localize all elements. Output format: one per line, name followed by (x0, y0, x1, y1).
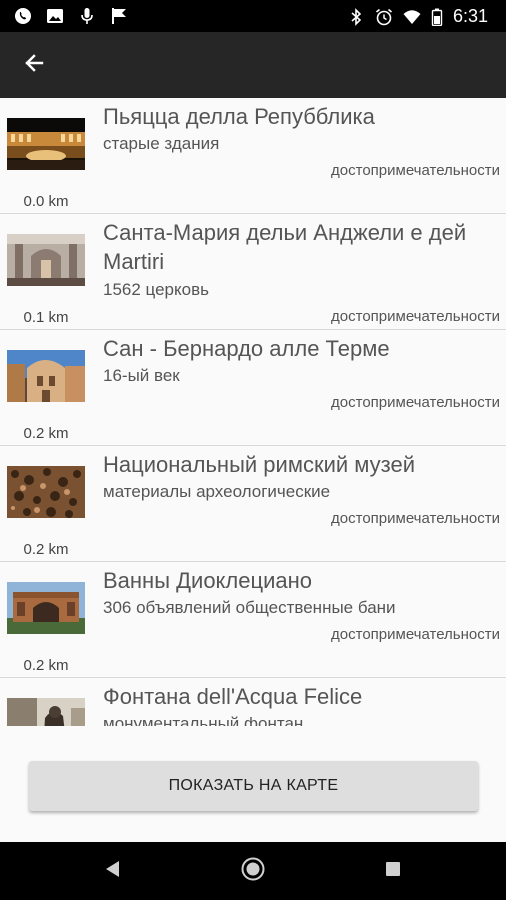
flag-icon (110, 7, 128, 25)
notification-icons (14, 7, 128, 25)
bottom-panel: ПОКАЗАТЬ НА КАРТЕ (0, 726, 506, 842)
place-title: Ванны Диоклециано (103, 568, 313, 593)
place-thumbnail (7, 234, 85, 286)
place-title: Фонтана dell'Acqua Felice (103, 684, 363, 709)
app-bar (0, 32, 506, 98)
place-category: достопримечательности (331, 162, 500, 179)
bluetooth-icon (347, 7, 365, 26)
place-subtitle: 1562 церковь (103, 280, 209, 299)
list-item[interactable]: Национальный римский музей материалы арх… (0, 446, 506, 562)
place-thumbnail (7, 698, 85, 726)
nav-back-button[interactable] (97, 856, 127, 886)
recents-square-icon (384, 860, 402, 883)
place-distance: 0.2 km (23, 425, 69, 442)
back-button[interactable] (18, 49, 50, 81)
place-distance: 0.2 km (23, 541, 69, 558)
place-distance: 0.1 km (23, 309, 69, 326)
system-icons: 6:31 (347, 6, 488, 27)
place-distance: 0.2 km (23, 657, 69, 674)
place-thumbnail (7, 466, 85, 518)
place-title: Санта-Мария дельи Анджели е дей Martiri (103, 220, 467, 274)
place-thumbnail (7, 118, 85, 170)
alarm-icon (375, 8, 393, 26)
wifi-icon (403, 8, 421, 26)
status-time: 6:31 (452, 6, 488, 26)
arrow-left-icon (22, 51, 46, 80)
image-icon (46, 7, 64, 25)
place-title: Сан - Бернардо алле Терме (103, 336, 390, 361)
status-bar: 6:31 (0, 0, 506, 32)
nav-recents-button[interactable] (378, 856, 408, 886)
list-item[interactable]: Ванны Диоклециано 306 объявлений обществ… (0, 562, 506, 678)
place-category: достопримечательности (331, 308, 500, 325)
list-item[interactable]: Пьяцца делла Репубблика старые здания до… (0, 98, 506, 214)
back-triangle-icon (103, 859, 121, 884)
place-distance: 0.0 km (23, 193, 69, 210)
list-item[interactable]: Сан - Бернардо алле Терме 16-ый век дост… (0, 330, 506, 446)
place-category: достопримечательности (331, 394, 500, 411)
whatsapp-icon (14, 7, 32, 25)
home-circle-icon (240, 856, 266, 887)
list-item[interactable]: Фонтана dell'Acqua Felice монументальный… (0, 678, 506, 726)
system-nav-bar (0, 842, 506, 900)
place-category: достопримечательности (331, 510, 500, 527)
show-on-map-button[interactable]: ПОКАЗАТЬ НА КАРТЕ (29, 761, 478, 811)
place-thumbnail (7, 582, 85, 634)
place-title: Пьяцца делла Репубблика (103, 104, 375, 129)
place-subtitle: материалы археологические (103, 482, 331, 501)
list-item[interactable]: Санта-Мария дельи Анджели е дей Martiri … (0, 214, 506, 330)
battery-icon (431, 8, 443, 26)
place-subtitle: старые здания (103, 134, 220, 153)
place-category: достопримечательности (331, 626, 500, 643)
place-subtitle: 16-ый век (103, 366, 180, 385)
mic-icon (78, 7, 96, 25)
places-list[interactable]: Пьяцца делла Репубблика старые здания до… (0, 98, 506, 726)
place-subtitle: 306 объявлений общественные бани (103, 598, 396, 617)
place-title: Национальный римский музей (103, 452, 415, 477)
nav-home-button[interactable] (238, 856, 268, 886)
place-subtitle: монументальный фонтан (103, 714, 304, 726)
place-thumbnail (7, 350, 85, 402)
